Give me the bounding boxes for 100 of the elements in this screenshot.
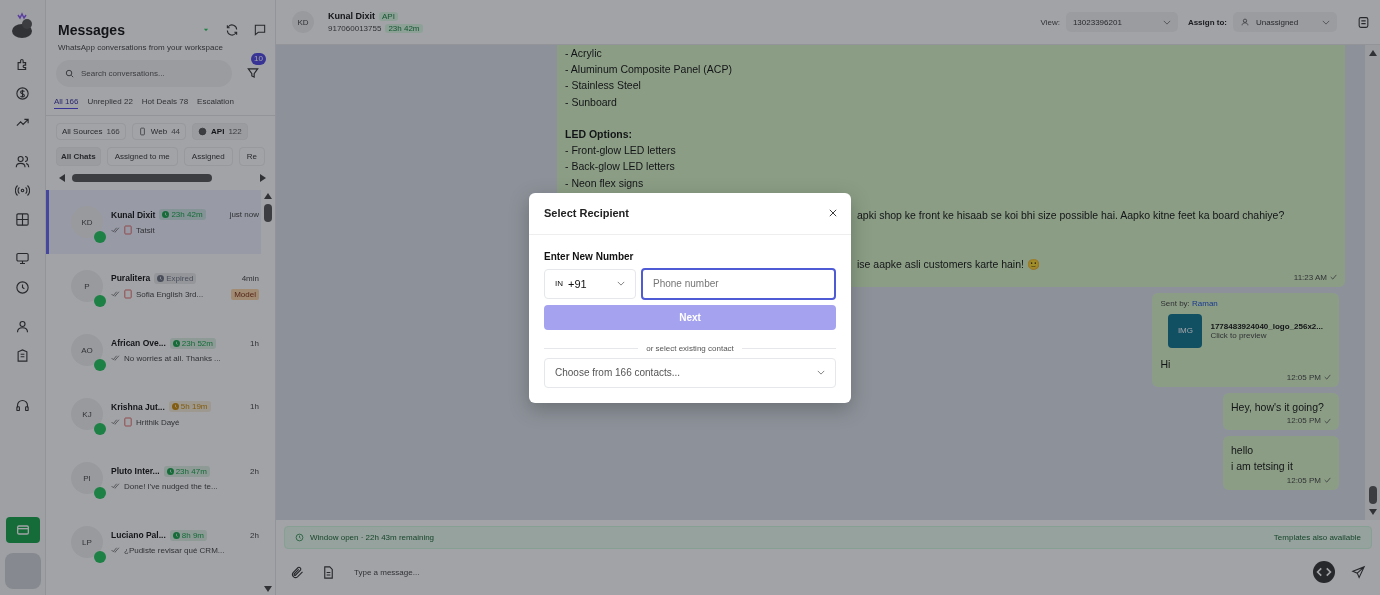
chip-count: 44 (171, 127, 181, 136)
phone-icon (137, 127, 147, 136)
scrollbar-thumb[interactable] (72, 174, 212, 182)
scroll-down-icon[interactable] (264, 585, 272, 593)
message-text: apki shop ke front ke hisaab se koi bhi size possible hai. Aapko kitne feet ka board chahiye? (857, 209, 1285, 221)
attach-icon[interactable] (290, 564, 305, 580)
chevron-icon (1322, 19, 1330, 25)
message-preview: No worries at all. Thanks ... (124, 353, 221, 363)
clock-icon (157, 274, 165, 282)
clock-icon[interactable] (15, 280, 30, 295)
check-icon (1324, 417, 1331, 424)
monitor-icon[interactable] (15, 251, 30, 266)
building-icon[interactable] (15, 348, 30, 363)
broadcast-icon[interactable] (15, 183, 30, 198)
assign-label: Assign to: (1187, 17, 1227, 27)
message-preview: Sofia English 3rd... (136, 289, 204, 299)
message-time: just now (229, 210, 259, 219)
message-preview: Hrithik Dayé (136, 417, 180, 427)
scroll-right-icon[interactable] (259, 174, 267, 182)
divider-text: or select existing contact (646, 343, 734, 353)
card-button[interactable] (5, 517, 40, 543)
section-label: Enter New Number (544, 250, 635, 262)
new-chat-icon[interactable] (253, 23, 267, 37)
check-icon (1324, 477, 1331, 484)
chip-label: Web (150, 127, 168, 136)
message-input[interactable]: Type a message... (352, 566, 1297, 578)
globe-icon (198, 127, 208, 136)
conversation-item[interactable]: LP Luciano Pal... 8h 9m 2h ¿Pudiste revisar qué CRM... (46, 510, 261, 574)
conversation-item[interactable]: PI Pluto Inter... 23h 47m 2h Done! I've nudged the te... (46, 446, 261, 510)
close-icon[interactable] (829, 209, 837, 217)
scroll-up-icon[interactable] (1368, 49, 1377, 57)
document-icon (124, 289, 132, 299)
headset-icon[interactable] (15, 398, 30, 413)
document-icon[interactable] (321, 564, 336, 580)
search-field[interactable]: Search conversations... (56, 60, 232, 87)
source-chip[interactable]: Web 44 (131, 123, 187, 140)
dialog-title: Select Recipient (544, 207, 629, 219)
filter-tab[interactable]: Hot Deals 78 (141, 97, 189, 109)
message-text: LED Options: (565, 128, 633, 140)
user-icon[interactable] (15, 319, 30, 334)
message-text: - Acrylic (565, 47, 602, 59)
conversation-item[interactable]: AO African Ove... 23h 52m 1h No worries at all. Thanks ... (46, 318, 261, 382)
grid-icon[interactable] (15, 212, 30, 227)
scrollbar-thumb[interactable] (264, 204, 272, 222)
message-time: 12:05 PM (1286, 475, 1321, 485)
tag: Model (231, 288, 259, 300)
chat-filter[interactable]: Re (238, 147, 265, 166)
send-icon[interactable] (1351, 564, 1366, 580)
conversation-item[interactable]: P Puralitera Expired 4min Sofia English 3rd... Model (46, 254, 261, 318)
dollar-icon[interactable] (15, 86, 30, 101)
chat-filter[interactable]: Assigned to me (106, 147, 178, 166)
menu-icon[interactable] (1357, 15, 1370, 29)
avatar: KD (292, 11, 314, 33)
avatar: KJ (71, 398, 103, 430)
refresh-icon[interactable] (225, 23, 239, 37)
online-dot (94, 359, 106, 371)
scroll-left-icon[interactable] (58, 174, 66, 182)
avatar: PI (71, 462, 103, 494)
phone-number: 917060013755 (328, 24, 382, 33)
user-icon (1240, 17, 1250, 27)
chat-filter[interactable]: All Chats (56, 147, 101, 166)
online-dot (94, 551, 106, 563)
contact-select[interactable]: Choose from 166 contacts... (544, 357, 836, 388)
clock-icon (172, 531, 180, 539)
templates-note: Templates also available (1273, 533, 1361, 542)
code-icon[interactable] (1313, 561, 1335, 583)
double-check-icon (111, 547, 120, 553)
conversation-item[interactable]: KD Kunal Dixit 23h 42m just now Tatsit (46, 190, 261, 254)
filter-tab[interactable]: All 166 (54, 97, 79, 109)
double-check-icon (111, 227, 120, 233)
count-badge: 10 (251, 52, 266, 65)
scroll-up-icon[interactable] (264, 192, 272, 200)
chevron-icon (1162, 19, 1171, 25)
chip-count: 122 (228, 127, 242, 136)
source-badge: API (379, 11, 398, 21)
filter-tab[interactable]: Escalation (197, 97, 234, 109)
avatar: P (71, 270, 103, 302)
sender-line: Sent by: Raman (1160, 298, 1219, 308)
card-icon (14, 522, 31, 538)
source-chip[interactable]: API 122 (192, 123, 248, 140)
chevron-icon (817, 370, 825, 375)
phone-input[interactable]: Phone number (641, 267, 836, 300)
contact-name: Kunal Dixit (111, 209, 156, 220)
users-icon[interactable] (15, 154, 30, 169)
chat-filter[interactable]: Assigned (183, 147, 233, 166)
assign-select[interactable]: Unassigned (1233, 12, 1337, 32)
timer-text: 23h 52m (181, 338, 213, 348)
scroll-down-icon[interactable] (1368, 508, 1377, 516)
avatar: LP (71, 526, 103, 558)
contact-name: Luciano Pal... (111, 530, 166, 540)
country-select[interactable]: IN +91 (544, 268, 636, 299)
scrollbar-thumb[interactable] (1368, 486, 1377, 504)
filter-icon[interactable] (246, 65, 260, 80)
source-chip[interactable]: All Sources 166 (56, 123, 126, 140)
message-time: 2h (250, 530, 259, 540)
conversation-item[interactable]: KJ Krishna Jut... 5h 19m 1h Hrithik Dayé (46, 382, 261, 446)
file-hint: Click to preview (1210, 330, 1267, 340)
filter-tab[interactable]: Unreplied 22 (87, 97, 133, 109)
view-select[interactable]: 13023396201 (1065, 12, 1178, 32)
view-label: View: (1040, 17, 1060, 27)
